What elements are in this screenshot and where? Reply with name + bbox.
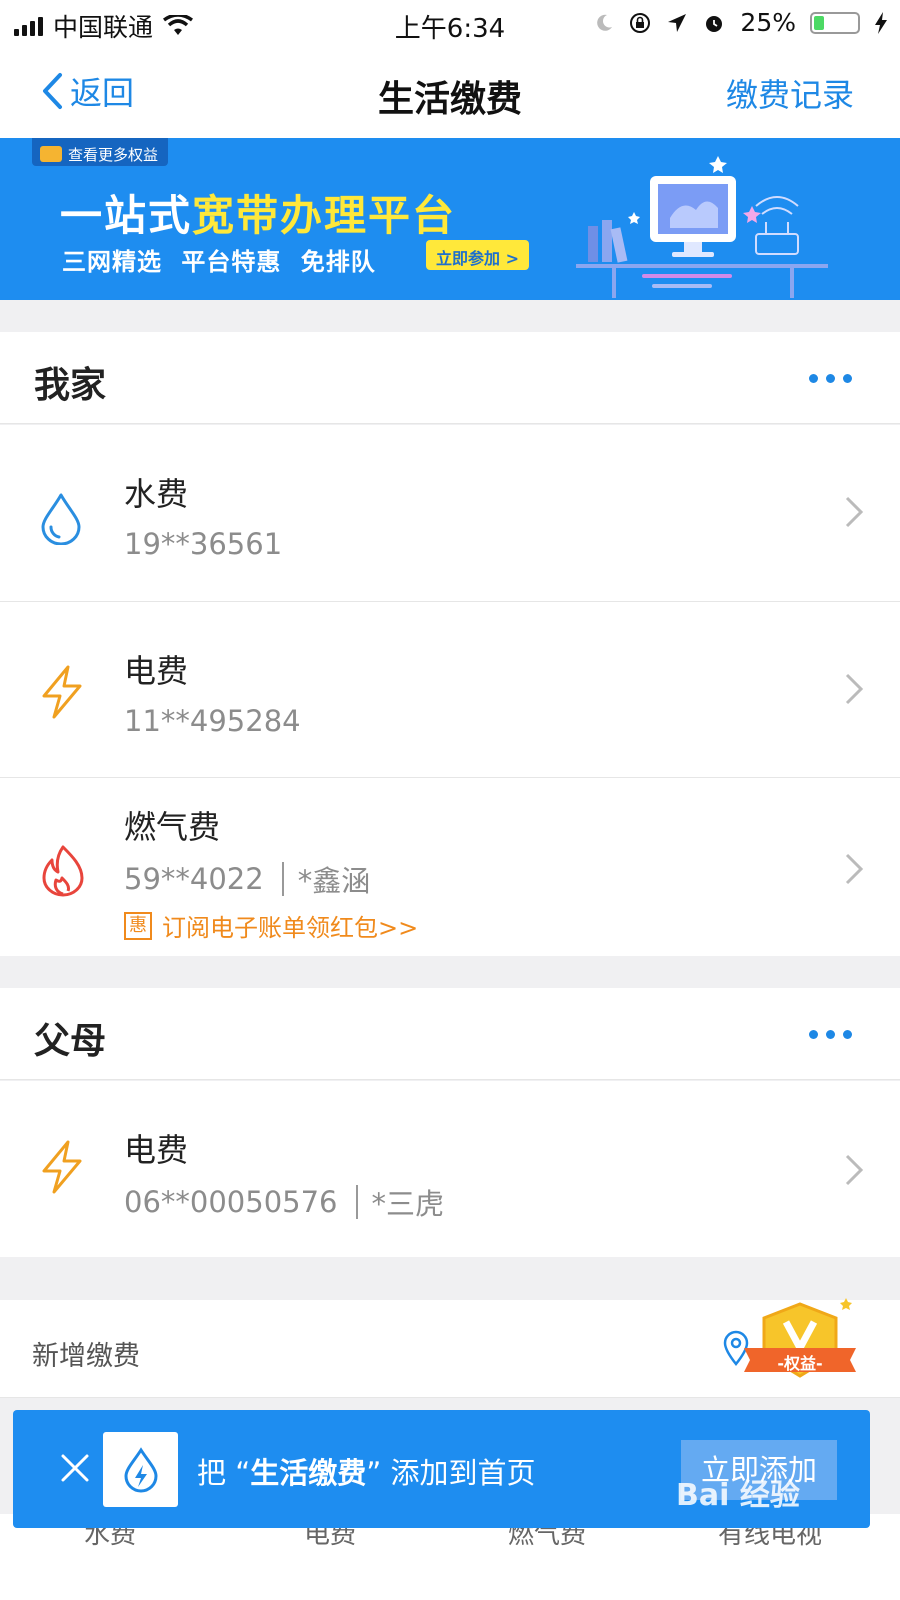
chevron-right-icon xyxy=(845,1154,864,1186)
chevron-right-icon xyxy=(845,496,864,528)
bill-item-gas[interactable]: 燃气费 59**4022 *鑫涵 惠 订阅电子账单领红包>> xyxy=(0,778,900,956)
back-button[interactable]: 返回 xyxy=(40,68,134,114)
bill-account: 06**00050576 *三虎 xyxy=(124,1181,444,1223)
status-bar: 中国联通 上午6:34 25% xyxy=(0,0,900,46)
bill-name: 燃气费 xyxy=(124,808,221,846)
add-payment-label: 新增缴费 xyxy=(32,1341,140,1372)
water-drop-icon xyxy=(41,493,81,545)
bill-name: 水费 xyxy=(124,475,189,513)
flame-icon xyxy=(42,845,84,897)
bill-name: 电费 xyxy=(124,652,189,690)
promo-text: 订阅电子账单领红包>> xyxy=(162,914,419,942)
group-header-home: 我家 xyxy=(0,332,900,424)
toast-highlight: 生活缴费 xyxy=(250,1456,367,1490)
banner-title-highlight: 宽带办理平台 xyxy=(192,191,457,240)
banner-title-plain: 一站式 xyxy=(60,191,193,240)
bill-item-water[interactable]: 水费 19**36561 xyxy=(0,425,900,602)
charging-icon xyxy=(875,11,887,34)
baidu-watermark: Bai 经验 xyxy=(676,1478,800,1513)
chevron-left-icon xyxy=(43,73,62,109)
chevron-right-icon xyxy=(845,673,864,705)
account-number: 19**36561 xyxy=(124,527,283,561)
utility-drop-icon xyxy=(123,1446,158,1492)
banner-title: 一站式宽带办理平台 xyxy=(60,182,456,243)
battery-icon xyxy=(810,11,860,34)
group-header-parents: 父母 xyxy=(0,988,900,1080)
e-bill-promo-link[interactable]: 惠 订阅电子账单领红包>> xyxy=(124,908,418,943)
benefits-badge-icon xyxy=(744,1298,856,1378)
group-title: 父母 xyxy=(34,1021,107,1062)
close-icon[interactable] xyxy=(55,1448,95,1488)
benefits-badge-label: -权益- xyxy=(777,1354,823,1373)
back-label: 返回 xyxy=(70,74,135,112)
lightning-icon xyxy=(42,665,82,719)
account-holder: *三虎 xyxy=(371,1187,445,1221)
join-now-button[interactable]: 立即参加 > xyxy=(426,240,529,270)
more-options-icon[interactable] xyxy=(809,1030,852,1039)
group-title: 我家 xyxy=(34,365,107,406)
account-number: 59**4022 xyxy=(124,862,264,896)
payment-records-link[interactable]: 缴费记录 xyxy=(726,70,854,116)
moon-icon xyxy=(597,14,613,31)
toast-suffix: ” 添加到首页 xyxy=(366,1456,536,1490)
rotation-lock-icon xyxy=(630,12,651,33)
more-benefits-label: 查看更多权益 xyxy=(68,145,159,164)
app-icon xyxy=(103,1432,178,1507)
account-number: 06**00050576 xyxy=(124,1185,338,1219)
computer-illustration xyxy=(576,156,828,298)
bill-item-parents-electricity[interactable]: 电费 06**00050576 *三虎 xyxy=(0,1081,900,1257)
nav-bar: 返回 生活缴费 缴费记录 xyxy=(0,46,900,138)
bill-name: 电费 xyxy=(124,1131,189,1169)
alarm-icon xyxy=(706,15,723,32)
account-number: 11**495284 xyxy=(124,704,301,738)
bill-account: 59**4022 *鑫涵 xyxy=(124,858,370,900)
discount-tag: 惠 xyxy=(124,911,152,940)
divider xyxy=(281,862,284,896)
benefits-badge[interactable]: -权益- xyxy=(742,1296,858,1396)
lightning-icon xyxy=(42,1140,82,1194)
more-options-icon[interactable] xyxy=(809,374,852,383)
banner-subtitle: 三网精选 平台特惠 免排队 xyxy=(62,248,376,276)
toast-prefix: 把 “ xyxy=(197,1456,251,1490)
account-holder: *鑫涵 xyxy=(297,864,371,898)
bill-account: 19**36561 xyxy=(124,527,282,561)
bill-item-electricity[interactable]: 电费 11**495284 xyxy=(0,602,900,778)
more-benefits-badge[interactable]: 查看更多权益 xyxy=(32,138,169,166)
location-arrow-icon xyxy=(668,13,687,32)
chevron-right-icon xyxy=(845,853,864,885)
bill-account: 11**495284 xyxy=(124,704,301,738)
battery-percent: 25% xyxy=(740,8,796,37)
divider xyxy=(355,1185,358,1219)
crown-icon xyxy=(40,146,62,162)
toast-message: 把 “生活缴费” 添加到首页 xyxy=(197,1450,536,1492)
broadband-promo-banner[interactable]: 查看更多权益 一站式宽带办理平台 三网精选 平台特惠 免排队 立即参加 > xyxy=(0,138,900,300)
